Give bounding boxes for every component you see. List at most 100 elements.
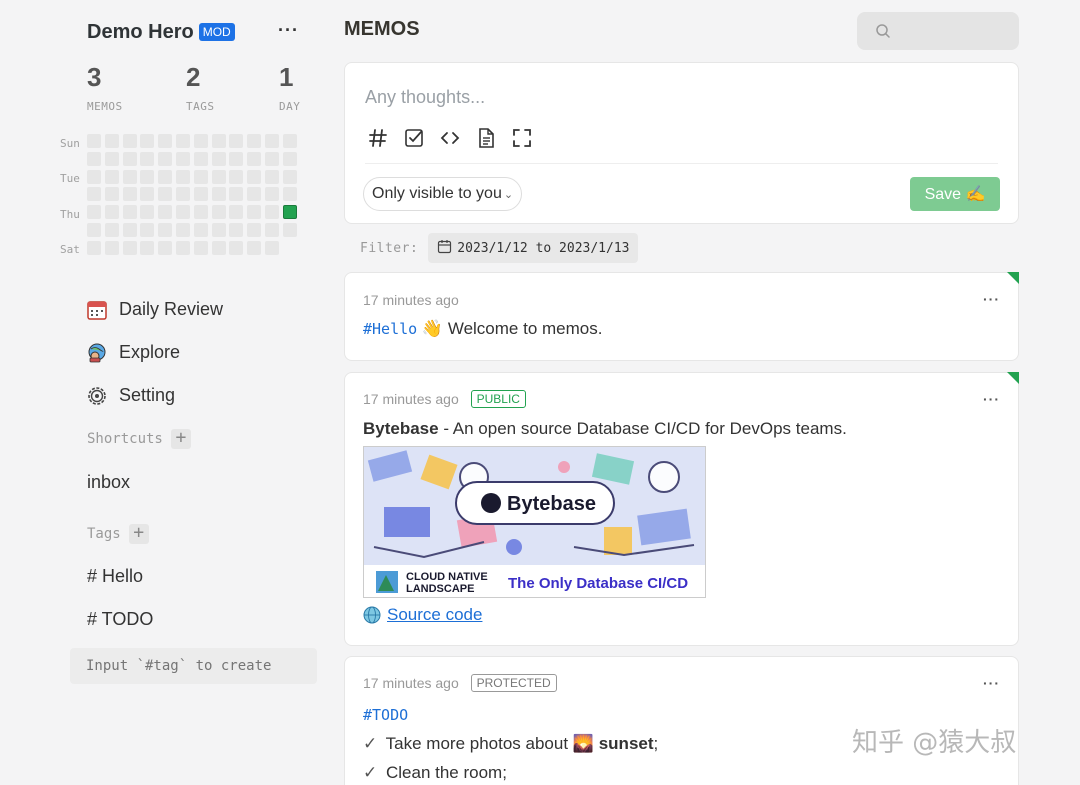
heatmap-cell[interactable] [176, 205, 190, 219]
heatmap-cell[interactable] [123, 170, 137, 184]
heatmap-cell[interactable] [123, 241, 137, 255]
heatmap-cell[interactable] [283, 170, 297, 184]
heatmap-cell[interactable] [194, 134, 208, 148]
source-code-link[interactable]: Source code [363, 605, 482, 625]
heatmap-cell[interactable] [176, 187, 190, 201]
add-tag-button[interactable]: + [128, 524, 149, 544]
heatmap-cell[interactable] [176, 152, 190, 166]
heatmap-cell[interactable] [265, 223, 279, 237]
heatmap-cell[interactable] [158, 152, 172, 166]
nav-setting[interactable]: Setting [87, 374, 223, 417]
tag-create-input[interactable] [70, 648, 317, 684]
search-input[interactable] [897, 12, 1007, 50]
heatmap-cell[interactable] [158, 205, 172, 219]
heatmap-cell[interactable] [140, 170, 154, 184]
heatmap-cell[interactable] [158, 223, 172, 237]
heatmap-cell[interactable] [247, 205, 261, 219]
heatmap-cell[interactable] [140, 134, 154, 148]
heatmap-cell[interactable] [229, 134, 243, 148]
heatmap-cell[interactable] [105, 205, 119, 219]
heatmap-cell[interactable] [229, 241, 243, 255]
document-icon[interactable] [475, 127, 497, 149]
heatmap-cell[interactable] [247, 187, 261, 201]
heatmap-cell[interactable] [158, 170, 172, 184]
search-box[interactable] [857, 12, 1019, 50]
heatmap-cell[interactable] [283, 205, 297, 219]
heatmap-cell[interactable] [176, 134, 190, 148]
heatmap-cell[interactable] [212, 134, 226, 148]
heatmap-cell[interactable] [194, 241, 208, 255]
heatmap-cell[interactable] [87, 187, 101, 201]
check-icon[interactable]: ✓ [363, 734, 377, 753]
heatmap-cell[interactable] [265, 187, 279, 201]
heatmap-cell[interactable] [212, 170, 226, 184]
nav-daily-review[interactable]: Daily Review [87, 288, 223, 331]
heatmap-cell[interactable] [247, 241, 261, 255]
heatmap-cell[interactable] [105, 170, 119, 184]
heatmap-cell[interactable] [283, 187, 297, 201]
date-filter-chip[interactable]: 2023/1/12 to 2023/1/13 [428, 233, 639, 263]
heatmap-cell[interactable] [87, 170, 101, 184]
heatmap-cell[interactable] [247, 134, 261, 148]
heatmap-cell[interactable] [158, 187, 172, 201]
heatmap-cell[interactable] [87, 241, 101, 255]
heatmap-cell[interactable] [265, 241, 279, 255]
nav-explore[interactable]: Explore [87, 331, 223, 374]
heatmap-cell[interactable] [123, 152, 137, 166]
heatmap-cell[interactable] [105, 134, 119, 148]
code-icon[interactable] [439, 127, 461, 149]
heatmap-cell[interactable] [265, 170, 279, 184]
heatmap-cell[interactable] [105, 223, 119, 237]
heatmap-cell[interactable] [123, 205, 137, 219]
heatmap-cell[interactable] [229, 152, 243, 166]
heatmap-cell[interactable] [194, 170, 208, 184]
heatmap-cell[interactable] [247, 170, 261, 184]
heatmap-cell[interactable] [212, 205, 226, 219]
heatmap-cell[interactable] [194, 187, 208, 201]
heatmap-cell[interactable] [105, 187, 119, 201]
heatmap-cell[interactable] [140, 187, 154, 201]
heatmap-cell[interactable] [283, 152, 297, 166]
heatmap-cell[interactable] [212, 241, 226, 255]
heatmap-cell[interactable] [247, 223, 261, 237]
heatmap-cell[interactable] [140, 241, 154, 255]
memo-menu-button[interactable]: ··· [983, 391, 1000, 407]
heatmap-cell[interactable] [123, 223, 137, 237]
heatmap-cell[interactable] [87, 205, 101, 219]
check-icon[interactable]: ✓ [363, 763, 377, 782]
checkbox-icon[interactable] [403, 127, 425, 149]
user-menu-button[interactable]: ··· [278, 20, 299, 41]
shortcut-item[interactable]: inbox [87, 472, 130, 493]
heatmap-cell[interactable] [229, 223, 243, 237]
heatmap-cell[interactable] [87, 134, 101, 148]
heatmap-cell[interactable] [265, 205, 279, 219]
heatmap-cell[interactable] [212, 152, 226, 166]
heatmap-cell[interactable] [158, 134, 172, 148]
heatmap-cell[interactable] [105, 241, 119, 255]
heatmap-cell[interactable] [123, 134, 137, 148]
heatmap-cell[interactable] [176, 170, 190, 184]
heatmap-cell[interactable] [283, 134, 297, 148]
heatmap-cell[interactable] [140, 223, 154, 237]
heatmap-cell[interactable] [229, 187, 243, 201]
visibility-select[interactable]: Only visible to you ⌄ [363, 177, 523, 211]
add-shortcut-button[interactable]: + [170, 429, 191, 449]
heatmap-cell[interactable] [87, 223, 101, 237]
hash-icon[interactable] [367, 127, 389, 149]
tag-item-todo[interactable]: # TODO [87, 609, 153, 630]
heatmap-cell[interactable] [265, 152, 279, 166]
heatmap-cell[interactable] [247, 152, 261, 166]
memo-menu-button[interactable]: ··· [983, 675, 1000, 691]
heatmap-cell[interactable] [176, 241, 190, 255]
heatmap-cell[interactable] [194, 152, 208, 166]
heatmap-cell[interactable] [229, 205, 243, 219]
heatmap-cell[interactable] [158, 241, 172, 255]
heatmap-cell[interactable] [140, 152, 154, 166]
memo-tag[interactable]: #Hello [363, 320, 417, 338]
memo-tag[interactable]: #TODO [363, 706, 408, 724]
heatmap-cell[interactable] [194, 223, 208, 237]
heatmap-cell[interactable] [212, 223, 226, 237]
heatmap-cell[interactable] [194, 205, 208, 219]
fullscreen-icon[interactable] [511, 127, 533, 149]
heatmap-cell[interactable] [176, 223, 190, 237]
